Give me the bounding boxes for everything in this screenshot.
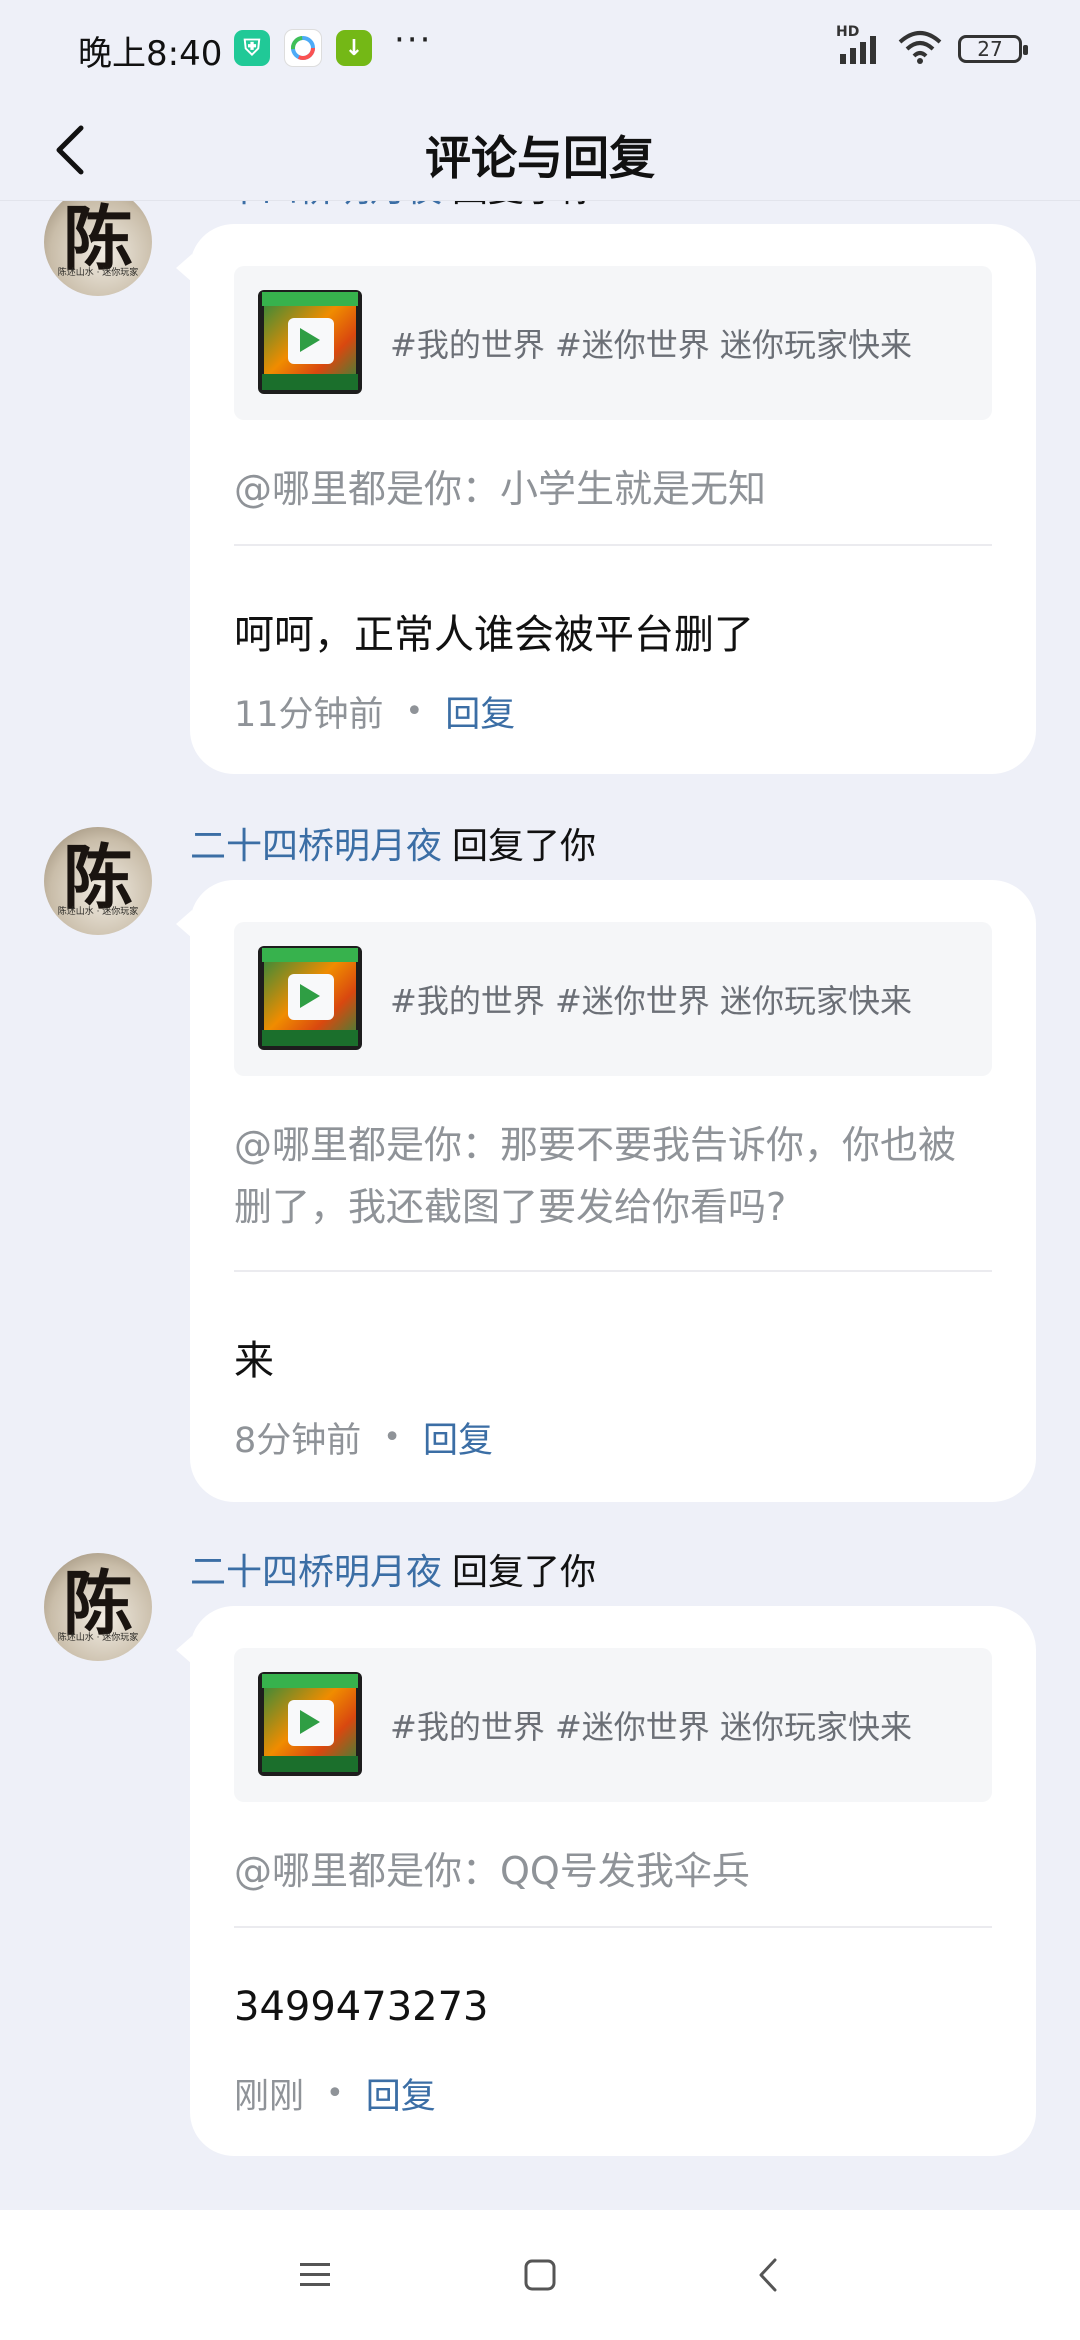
avatar-caption: 陈述山水 · 迷你玩家 [57,907,139,917]
status-indicators: HD 27 [836,24,1028,68]
separator-dot: • [383,1420,401,1455]
more-notifications-icon: ··· [394,20,433,60]
reply-button[interactable]: 回复 [423,1412,493,1463]
wifi-icon [898,30,942,68]
status-time: 晚上8:40 [78,34,223,74]
avatar-glyph: 陈 [63,1562,133,1645]
quoted-post[interactable]: #我的世界 #迷你世界 迷你玩家快来 [234,266,992,420]
comment-text: 来 [234,1338,274,1384]
reply-feed[interactable]: 陈 陈述山水 · 迷你玩家 二十四桥明月夜回复了你 #我的世界 #迷你世界 迷你… [0,200,1080,2210]
chevron-left-icon [759,2258,777,2292]
page-title: 评论与回复 [425,131,655,185]
reply-card[interactable]: #我的世界 #迷你世界 迷你玩家快来 @哪里都是你：QQ号发我伞兵 349947… [176,1606,1036,2156]
browser-app-icon [284,29,322,67]
list-item: 陈 陈述山水 · 迷你玩家 二十四桥明月夜回复了你 #我的世界 #迷你世界 迷你… [0,1531,1080,2191]
replied-to-text: @哪里都是你：那要不要我告诉你，你也被删了，我还截图了要发给你看吗? [234,1123,957,1229]
username-link[interactable]: 二十四桥明月夜 [190,200,442,210]
avatar[interactable]: 陈 陈述山水 · 迷你玩家 [44,200,152,296]
video-thumbnail [258,1672,362,1776]
comment-footer: 8分钟前 • 回复 [234,1412,493,1463]
avatar-caption: 陈述山水 · 迷你玩家 [57,1633,139,1643]
square-icon [524,2259,556,2291]
video-thumbnail [258,946,362,1050]
reply-card[interactable]: #我的世界 #迷你世界 迷你玩家快来 @哪里都是你：那要不要我告诉你，你也被删了… [176,880,1036,1502]
system-navigation-bar [0,2210,1080,2340]
quoted-post[interactable]: #我的世界 #迷你世界 迷你玩家快来 [234,1648,992,1802]
divider [234,1270,992,1272]
reply-header: 二十四桥明月夜回复了你 [190,1543,596,1595]
signal-icon: HD [836,24,882,66]
reply-header: 二十四桥明月夜回复了你 [190,200,596,212]
reply-button[interactable]: 回复 [366,2068,436,2119]
comment-footer: 刚刚 • 回复 [234,2068,436,2119]
list-item: 陈 陈述山水 · 迷你玩家 二十四桥明月夜回复了你 #我的世界 #迷你世界 迷你… [0,805,1080,1505]
battery-icon: 27 [958,35,1028,63]
replied-to-text: @哪里都是你：小学生就是无知 [234,467,767,511]
username-link[interactable]: 二十四桥明月夜 [190,1552,442,1593]
recent-apps-button[interactable] [280,2240,350,2310]
quoted-post-text: #我的世界 #迷你世界 迷你玩家快来 [390,326,912,364]
home-button[interactable] [505,2240,575,2310]
download-app-icon: ↓ [336,30,372,66]
system-back-button[interactable] [733,2240,803,2310]
reply-card[interactable]: #我的世界 #迷你世界 迷你玩家快来 @哪里都是你：小学生就是无知 呵呵，正常人… [176,224,1036,774]
divider [234,1926,992,1928]
avatar[interactable]: 陈 陈述山水 · 迷你玩家 [44,827,152,935]
shield-app-icon: ⛨ [234,30,270,66]
battery-level: 27 [977,37,1003,61]
bubble-tail [176,910,192,938]
avatar-glyph: 陈 [63,200,133,280]
bubble-tail [176,254,192,282]
list-item: 陈 陈述山水 · 迷你玩家 二十四桥明月夜回复了你 #我的世界 #迷你世界 迷你… [0,200,1080,774]
action-text: 回复了你 [452,1552,597,1593]
action-text: 回复了你 [452,826,597,867]
avatar-caption: 陈述山水 · 迷你玩家 [57,268,139,278]
divider [234,544,992,546]
username-link[interactable]: 二十四桥明月夜 [190,826,442,867]
quoted-post-text: #我的世界 #迷你世界 迷你玩家快来 [390,982,912,1020]
avatar-glyph: 陈 [63,836,133,919]
page-header: 评论与回复 [0,100,1080,201]
timestamp: 8分钟前 [234,1421,362,1461]
status-app-icons: ⛨ ↓ ··· [234,20,432,68]
comment-footer: 11分钟前 • 回复 [234,686,515,737]
timestamp: 刚刚 [234,2077,305,2117]
replied-to-text: @哪里都是你：QQ号发我伞兵 [234,1849,750,1893]
action-text: 回复了你 [452,200,596,210]
status-bar: 晚上8:40 ⛨ ↓ ··· HD 27 [0,0,1080,100]
reply-header: 二十四桥明月夜回复了你 [190,817,596,869]
reply-button[interactable]: 回复 [445,686,515,737]
bubble-tail [176,1636,192,1664]
separator-dot: • [326,2076,344,2111]
quoted-post[interactable]: #我的世界 #迷你世界 迷你玩家快来 [234,922,992,1076]
avatar[interactable]: 陈 陈述山水 · 迷你玩家 [44,1553,152,1661]
video-thumbnail [258,290,362,394]
separator-dot: • [405,694,424,729]
comment-text: 呵呵，正常人谁会被平台删了 [234,612,754,658]
timestamp: 11分钟前 [234,695,384,735]
comment-text: 3499473273 [234,1984,489,2030]
quoted-post-text: #我的世界 #迷你世界 迷你玩家快来 [390,1708,912,1746]
menu-icon [300,2263,330,2286]
